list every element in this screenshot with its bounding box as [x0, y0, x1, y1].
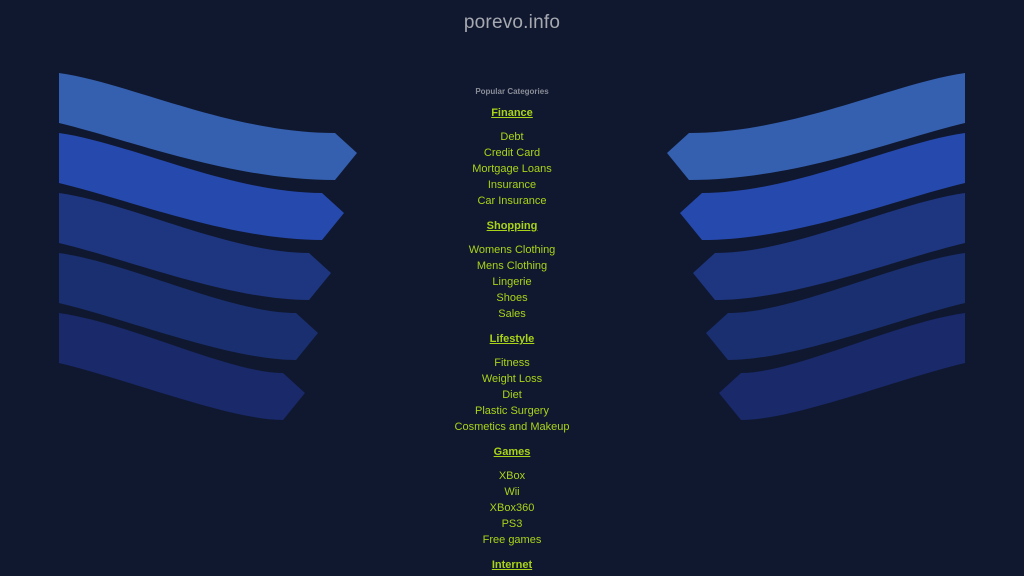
- category-heading-internet[interactable]: Internet: [312, 558, 712, 572]
- category-list: Popular Categories Finance Debt Credit Car…: [312, 86, 712, 576]
- category-link[interactable]: Insurance: [312, 177, 712, 193]
- category-group: Games XBox Wii XBox360 PS3 Free games: [312, 445, 712, 548]
- category-link[interactable]: Womens Clothing: [312, 242, 712, 258]
- category-heading-lifestyle[interactable]: Lifestyle: [312, 332, 712, 346]
- category-heading-games[interactable]: Games: [312, 445, 712, 459]
- category-link[interactable]: Cosmetics and Makeup: [312, 419, 712, 435]
- category-link[interactable]: XBox: [312, 468, 712, 484]
- category-link[interactable]: Diet: [312, 387, 712, 403]
- category-link[interactable]: Sales: [312, 306, 712, 322]
- category-link-list: XBox Wii XBox360 PS3 Free games: [312, 468, 712, 548]
- category-group: Finance Debt Credit Card Mortgage Loans Insu…: [312, 106, 712, 209]
- site-title: porevo.info: [463, 12, 561, 33]
- category-link[interactable]: Mortgage Loans: [312, 161, 712, 177]
- category-link[interactable]: Weight Loss: [312, 371, 712, 387]
- category-link[interactable]: Shoes: [312, 290, 712, 306]
- category-link[interactable]: Debt: [312, 129, 712, 145]
- category-heading-finance[interactable]: Finance: [312, 106, 712, 120]
- category-group: Lifestyle Fitness Weight Loss Diet Plastic S…: [312, 332, 712, 435]
- category-group: Shopping Womens Clothing Mens Clothing Ling…: [312, 219, 712, 322]
- category-groups: Finance Debt Credit Card Mortgage Loans Insu…: [312, 106, 712, 572]
- category-link-list: Fitness Weight Loss Diet Plastic Surgery Cos…: [312, 355, 712, 435]
- category-link[interactable]: Mens Clothing: [312, 258, 712, 274]
- category-link[interactable]: Free games: [312, 532, 712, 548]
- page: porevo.info Popular Categories Finance De…: [0, 0, 1024, 576]
- category-group: Internet: [312, 558, 712, 572]
- category-link[interactable]: XBox360: [312, 500, 712, 516]
- category-heading-shopping[interactable]: Shopping: [312, 219, 712, 233]
- category-link[interactable]: PS3: [312, 516, 712, 532]
- category-link[interactable]: Wii: [312, 484, 712, 500]
- category-link-list: Womens Clothing Mens Clothing Lingerie Shoe…: [312, 242, 712, 322]
- category-link[interactable]: Lingerie: [312, 274, 712, 290]
- category-link-list: Debt Credit Card Mortgage Loans Insurance Ca…: [312, 129, 712, 209]
- category-link[interactable]: Credit Card: [312, 145, 712, 161]
- category-link[interactable]: Plastic Surgery: [312, 403, 712, 419]
- popular-categories-label: Popular Categories: [475, 87, 549, 96]
- category-link[interactable]: Car Insurance: [312, 193, 712, 209]
- category-link[interactable]: Fitness: [312, 355, 712, 371]
